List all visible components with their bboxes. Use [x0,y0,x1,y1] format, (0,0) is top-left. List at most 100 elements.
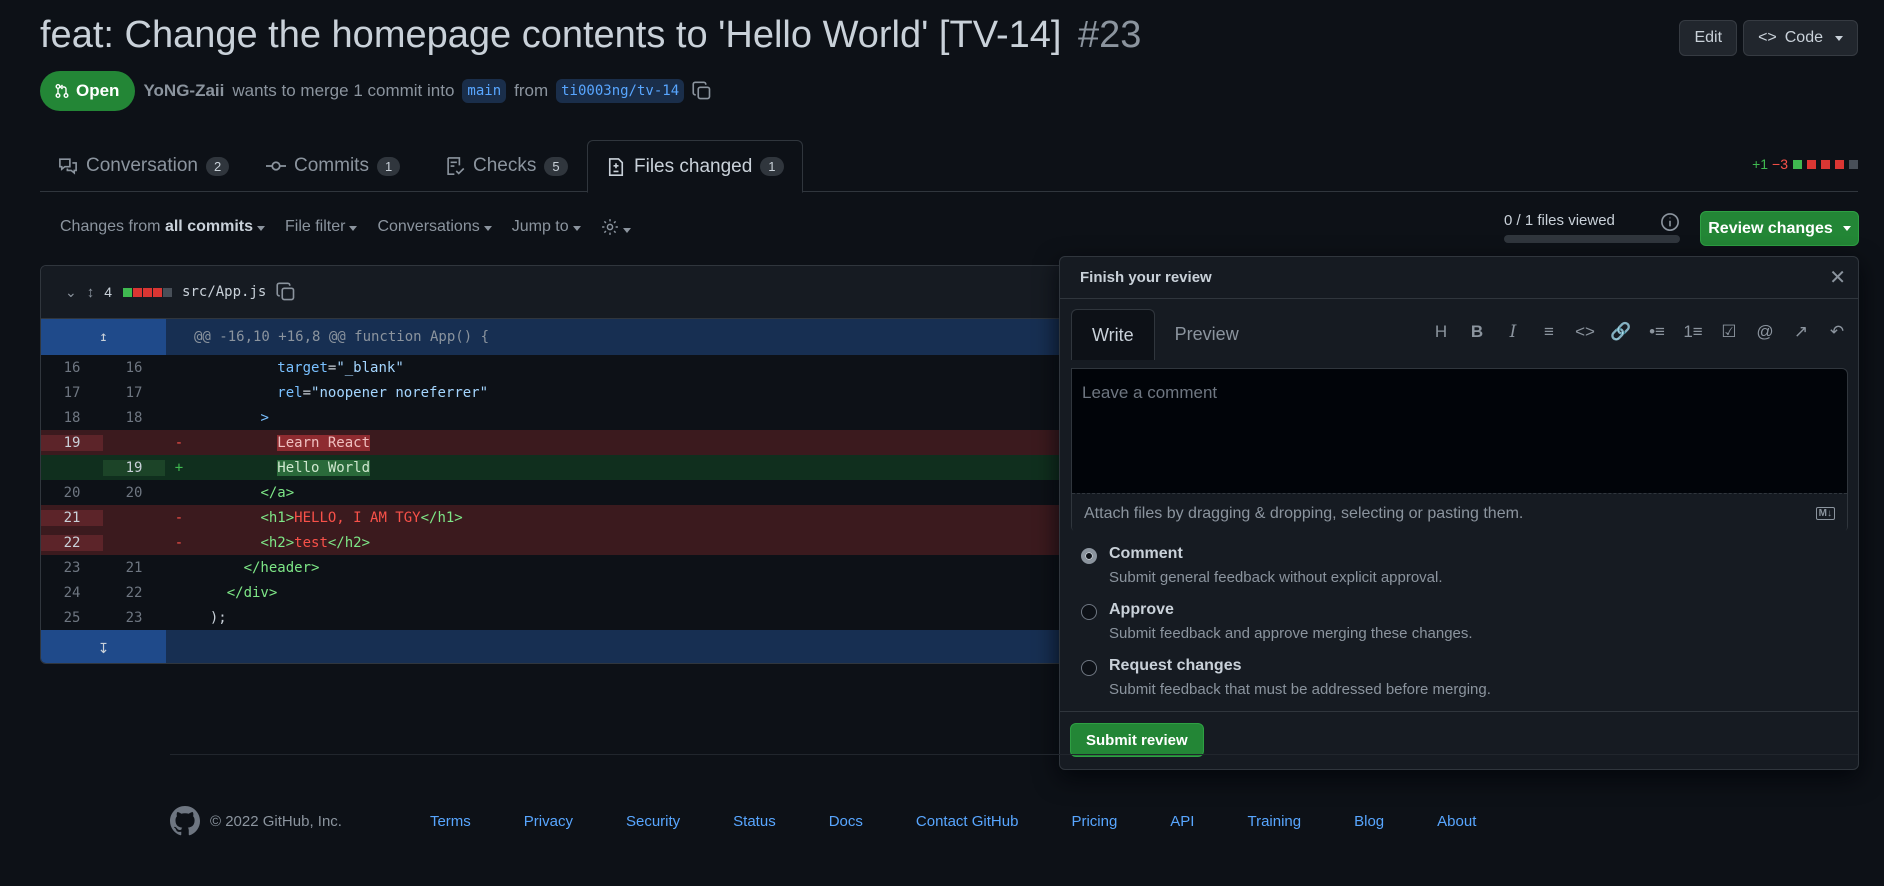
italic-icon[interactable]: I [1502,321,1524,343]
quote-icon[interactable]: ≡ [1538,321,1560,343]
new-line-number[interactable]: 18 [103,410,165,426]
jump-to-label: Jump to [511,218,569,235]
footer-link-api[interactable]: API [1170,813,1194,830]
unordered-list-icon[interactable]: •≡ [1646,321,1668,343]
footer-link-privacy[interactable]: Privacy [524,813,573,830]
code-icon[interactable]: <> [1574,321,1596,343]
pr-state-badge: Open [40,71,136,111]
footer-link-terms[interactable]: Terms [430,813,471,830]
tab-conversation[interactable]: Conversation 2 [40,140,247,192]
task-list-icon[interactable]: ☑ [1718,321,1740,343]
mention-icon[interactable]: @ [1754,321,1776,343]
file-filter-dropdown[interactable]: File filter [285,218,358,238]
bold-icon[interactable]: B [1466,321,1488,343]
expand-up-icon[interactable]: ↥ [41,319,166,355]
new-line-number[interactable]: 21 [103,560,165,576]
review-panel-title: Finish your review [1080,269,1212,286]
diff-line[interactable]: 19 - Learn React [41,430,1079,455]
diff-line[interactable]: 19 + Hello World [41,455,1079,480]
tab-count: 1 [376,156,401,176]
tab-checks[interactable]: Checks 5 [427,140,586,192]
cross-reference-icon[interactable]: ↗ [1790,321,1812,343]
footer-link-status[interactable]: Status [733,813,776,830]
diff-line[interactable]: 20 20 </a> [41,480,1079,505]
diff-line[interactable]: 22 - <h2>test</h2> [41,530,1079,555]
radio-approve[interactable] [1081,604,1097,620]
tab-preview[interactable]: Preview [1155,309,1259,360]
diff-line[interactable]: 18 18 > [41,405,1079,430]
pr-author[interactable]: YoNG-Zaii [143,81,224,101]
new-line-number[interactable]: 16 [103,360,165,376]
tab-write[interactable]: Write [1071,309,1155,360]
link-icon[interactable]: 🔗 [1610,321,1632,343]
footer-link-pricing[interactable]: Pricing [1071,813,1117,830]
old-line-number[interactable]: 24 [41,585,103,601]
old-line-number[interactable]: 23 [41,560,103,576]
new-line-number[interactable]: 20 [103,485,165,501]
diff-line[interactable]: 21 - <h1>HELLO, I AM TGY</h1> [41,505,1079,530]
base-branch[interactable]: main [462,79,507,103]
old-line-number[interactable]: 17 [41,385,103,401]
unfold-icon[interactable]: ↕ [87,284,95,301]
review-changes-button[interactable]: Review changes [1700,211,1859,246]
edit-button[interactable]: Edit [1679,20,1738,56]
tab-commits[interactable]: Commits 1 [248,140,418,192]
comment-textarea[interactable]: Leave a comment [1072,369,1847,493]
review-option-comment[interactable]: Comment Submit general feedback without e… [1081,545,1491,586]
submit-review-button[interactable]: Submit review [1070,723,1204,757]
jump-to-dropdown[interactable]: Jump to [512,218,581,238]
file-path[interactable]: src/App.js [182,284,266,300]
new-line-number[interactable]: 22 [103,585,165,601]
reply-icon[interactable]: ↶ [1826,321,1848,343]
tab-files-changed[interactable]: Files changed 1 [587,140,803,193]
review-panel-footer: Submit review [1060,711,1858,769]
github-logo-icon[interactable] [170,806,200,836]
code-button[interactable]: <> Code [1743,20,1858,56]
old-line-number[interactable]: 25 [41,610,103,626]
ordered-list-icon[interactable]: 1≡ [1682,321,1704,343]
diff-sign: - [174,434,184,451]
attach-files-area[interactable]: Attach files by dragging & dropping, sel… [1072,493,1847,533]
footer-link-training[interactable]: Training [1247,813,1301,830]
conversations-dropdown[interactable]: Conversations [377,218,492,238]
diff-line[interactable]: 16 16 target="_blank" [41,355,1079,380]
close-icon[interactable]: ✕ [1829,265,1846,290]
changes-from-value: all commits [164,218,253,235]
new-line-number[interactable]: 19 [103,459,165,476]
chevron-down-icon [1835,35,1843,41]
radio-comment[interactable] [1081,548,1097,564]
old-line-number[interactable]: 16 [41,360,103,376]
changes-from-dropdown[interactable]: Changes from all commits [60,218,265,238]
footer-link-docs[interactable]: Docs [829,813,863,830]
old-line-number[interactable]: 21 [41,509,103,526]
chevron-down-icon[interactable]: ⌄ [65,284,77,301]
footer-link-about[interactable]: About [1437,813,1476,830]
chevron-down-icon [572,226,581,231]
diff-line[interactable]: 25 23 ); [41,605,1079,630]
editor-tabs: Write Preview H B I ≡ <> 🔗 •≡ 1≡ ☑ @ ↗ ↶ [1071,309,1848,360]
review-option-request-changes[interactable]: Request changes Submit feedback that must… [1081,657,1491,698]
radio-request-changes[interactable] [1081,660,1097,676]
old-line-number[interactable]: 19 [41,434,103,451]
info-icon[interactable] [1660,212,1680,232]
old-line-number[interactable]: 22 [41,534,103,551]
diff-line[interactable]: 17 17 rel="noopener noreferrer" [41,380,1079,405]
code-text: target="_blank" [277,359,404,376]
diff-settings-dropdown[interactable] [601,218,631,238]
new-line-number[interactable]: 23 [103,610,165,626]
head-branch[interactable]: ti0003ng/tv-14 [556,79,685,103]
footer-link-blog[interactable]: Blog [1354,813,1384,830]
review-option-approve[interactable]: Approve Submit feedback and approve mergi… [1081,601,1491,642]
new-line-number[interactable]: 17 [103,385,165,401]
old-line-number[interactable]: 18 [41,410,103,426]
old-line-number[interactable]: 20 [41,485,103,501]
heading-icon[interactable]: H [1430,321,1452,343]
expand-down-icon[interactable]: ↧ [41,630,166,663]
review-panel: Finish your review ✕ Write Preview H B I… [1059,256,1859,770]
copy-icon[interactable] [692,81,712,101]
footer-link-security[interactable]: Security [626,813,680,830]
diff-line[interactable]: 24 22 </div> [41,580,1079,605]
diff-line[interactable]: 23 21 </header> [41,555,1079,580]
copy-icon[interactable] [276,282,296,302]
footer-link-contact[interactable]: Contact GitHub [916,813,1019,830]
